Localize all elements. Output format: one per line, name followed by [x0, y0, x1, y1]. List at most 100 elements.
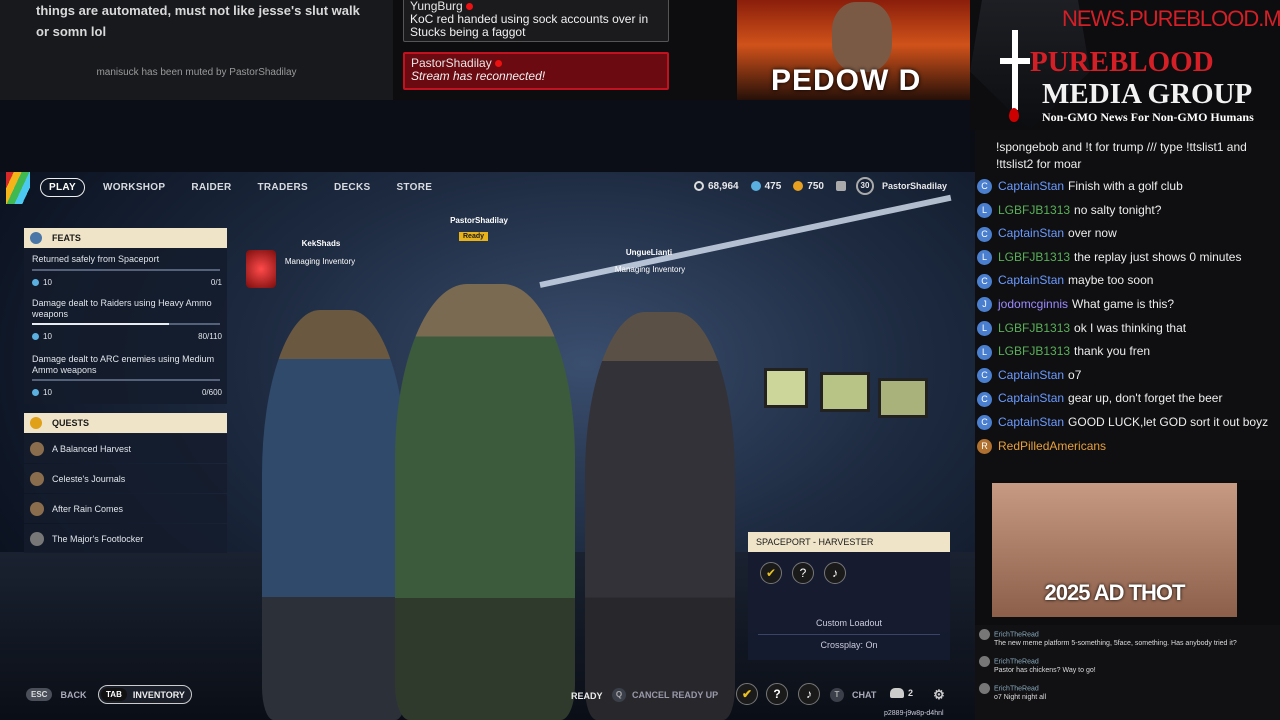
chat-user[interactable]: CaptainStan — [998, 415, 1064, 429]
chat-line: C CaptainStan gear up, don't forget the be… — [977, 391, 1277, 407]
party-icon — [890, 688, 904, 698]
augment-icon[interactable]: ✔ — [736, 683, 758, 705]
verified-icon — [494, 60, 502, 67]
quest-item[interactable]: The Major's Footlocker — [24, 524, 227, 553]
creds-value: 475 — [764, 180, 782, 192]
chat-user[interactable]: CaptainStan — [998, 368, 1064, 382]
chat-user[interactable]: RedPilledAmericans — [998, 439, 1106, 453]
chat-text: maybe too soon — [1068, 273, 1154, 288]
feat-reward: 10 — [43, 388, 52, 397]
dark-band — [0, 100, 970, 172]
quests-header[interactable]: QUESTS — [24, 413, 227, 433]
chat-message: ErichTheRead The new meme platform 5-some… — [979, 629, 1275, 647]
chat-line: L LGBFJB1313 thank you fren — [977, 344, 1277, 360]
cancel-ready-button[interactable]: Q CANCEL READY UP — [612, 688, 718, 702]
chat-text: KoC red handed using sock accounts over … — [410, 12, 649, 39]
blood-drop-icon — [1009, 108, 1019, 122]
nav-workshop[interactable]: WORKSHOP — [103, 182, 165, 193]
player-name: KekShads — [301, 239, 341, 248]
crossplay-status[interactable]: Crossplay: On — [748, 640, 950, 650]
avatar: L — [977, 320, 992, 336]
feat-progress: 0/600 — [201, 388, 222, 397]
ready-label[interactable]: READY — [571, 691, 603, 701]
raider-character — [395, 284, 575, 720]
chat-user[interactable]: CaptainStan — [998, 179, 1064, 193]
speaker-icon[interactable]: ♪ — [798, 683, 820, 705]
avatar — [979, 656, 990, 667]
chat-line: L LGBFJB1313 no salty tonight? — [977, 203, 1277, 218]
chat-user[interactable]: LGBFJB1313 — [998, 250, 1070, 264]
feat-progress: 0/1 — [210, 278, 222, 287]
custom-loadout[interactable]: Custom Loadout — [748, 618, 950, 628]
speaker-icon[interactable]: ♪ — [824, 562, 846, 584]
nav-traders[interactable]: TRADERS — [258, 182, 308, 193]
monitor — [764, 368, 808, 408]
chat-button[interactable]: T CHAT — [830, 688, 876, 702]
chat-user[interactable]: LGBFJB1313 — [998, 203, 1070, 217]
nav-decks[interactable]: DECKS — [334, 182, 371, 193]
feat-item[interactable]: Returned safely from Spaceport 10 0/1 — [32, 254, 222, 287]
feat-reward: 10 — [43, 332, 52, 341]
chat-user[interactable]: CaptainStan — [998, 226, 1064, 240]
game-nav: PLAY WORKSHOP RAIDER TRADERS DECKS STORE — [40, 177, 458, 197]
loadout-header[interactable]: SPACEPORT - HARVESTER — [748, 532, 950, 552]
session-code: p2889-j9w8p-d4hnl — [884, 710, 944, 717]
feat-item[interactable]: Damage dealt to ARC enemies using Medium… — [32, 354, 222, 397]
chat-line: C CaptainStan over now — [977, 226, 1277, 242]
quest-item[interactable]: Celeste's Journals — [24, 464, 227, 493]
feat-title: Returned safely from Spaceport — [32, 254, 160, 264]
feat-item[interactable]: Damage dealt to Raiders using Heavy Ammo… — [32, 298, 222, 341]
chat-text: Finish with a golf club — [1068, 179, 1183, 193]
person-image — [832, 2, 892, 72]
augment-slot-icon[interactable]: ✔ — [760, 562, 782, 584]
quest-item[interactable]: A Balanced Harvest — [24, 434, 227, 463]
feats-header[interactable]: FEATS — [24, 228, 227, 248]
chat-user[interactable]: CaptainStan — [998, 273, 1064, 287]
chat-message: things are automated, must not like jess… — [36, 3, 360, 39]
feat-progress: 80/110 — [198, 332, 222, 341]
feats-title: FEATS — [52, 233, 81, 243]
chat-text: The new meme platform 5-something, 5face… — [994, 640, 1237, 647]
username[interactable]: PastorShadilay — [882, 181, 947, 191]
avatar: C — [977, 226, 992, 242]
quest-item[interactable]: After Rain Comes — [24, 494, 227, 523]
chat-user[interactable]: jodomcginnis — [998, 297, 1068, 311]
gear-icon[interactable]: ⚙ — [932, 688, 946, 702]
avatar: R — [977, 438, 992, 454]
nav-raider[interactable]: RAIDER — [191, 182, 231, 193]
inventory-button[interactable]: TAB INVENTORY — [98, 685, 192, 704]
back-label: BACK — [60, 689, 87, 700]
nav-store[interactable]: STORE — [396, 182, 432, 193]
chat-user[interactable]: LGBFJB1313 — [998, 344, 1070, 358]
creds-icon — [32, 279, 39, 286]
unknown-icon[interactable]: ? — [766, 683, 788, 705]
quest-giver-icon — [30, 441, 44, 456]
chat-line: R RedPilledAmericans — [977, 439, 1277, 454]
nav-play[interactable]: PLAY — [40, 177, 85, 197]
chat-user: ErichTheRead — [994, 685, 1039, 693]
tokens-value: 750 — [807, 180, 824, 192]
avatar: J — [977, 297, 992, 313]
quest-title: Celeste's Journals — [52, 473, 126, 484]
raider-character — [262, 310, 407, 720]
coin-icon — [694, 181, 704, 191]
raider-character — [585, 312, 735, 720]
chat-line: L LGBFJB1313 the replay just shows 0 minut… — [977, 250, 1277, 266]
ready-badge: Ready — [459, 232, 489, 241]
avatar: L — [977, 250, 992, 266]
avatar: C — [977, 273, 992, 289]
top-chat-panel: things are automated, must not like jess… — [0, 0, 393, 100]
bottom-bar: ESC BACK TAB INVENTORY READY Q CANCEL RE… — [0, 680, 975, 720]
chat-user[interactable]: CaptainStan — [998, 391, 1064, 405]
chat-line: Jjodomcginnis What game is this? — [977, 297, 1277, 313]
chat-user[interactable]: LGBFJB1313 — [998, 321, 1070, 335]
mail-icon[interactable] — [835, 181, 846, 191]
cam-overlay-text: PEDOW D — [771, 64, 922, 97]
creds-icon — [32, 389, 39, 396]
back-button[interactable]: ESC BACK — [26, 688, 86, 701]
level-badge: 30 — [855, 177, 874, 195]
feats-list: Returned safely from Spaceport 10 0/1 Da… — [24, 248, 227, 404]
avatar — [979, 629, 990, 640]
unknown-slot-icon[interactable]: ? — [792, 562, 814, 584]
party-button[interactable]: 2 — [890, 688, 913, 698]
